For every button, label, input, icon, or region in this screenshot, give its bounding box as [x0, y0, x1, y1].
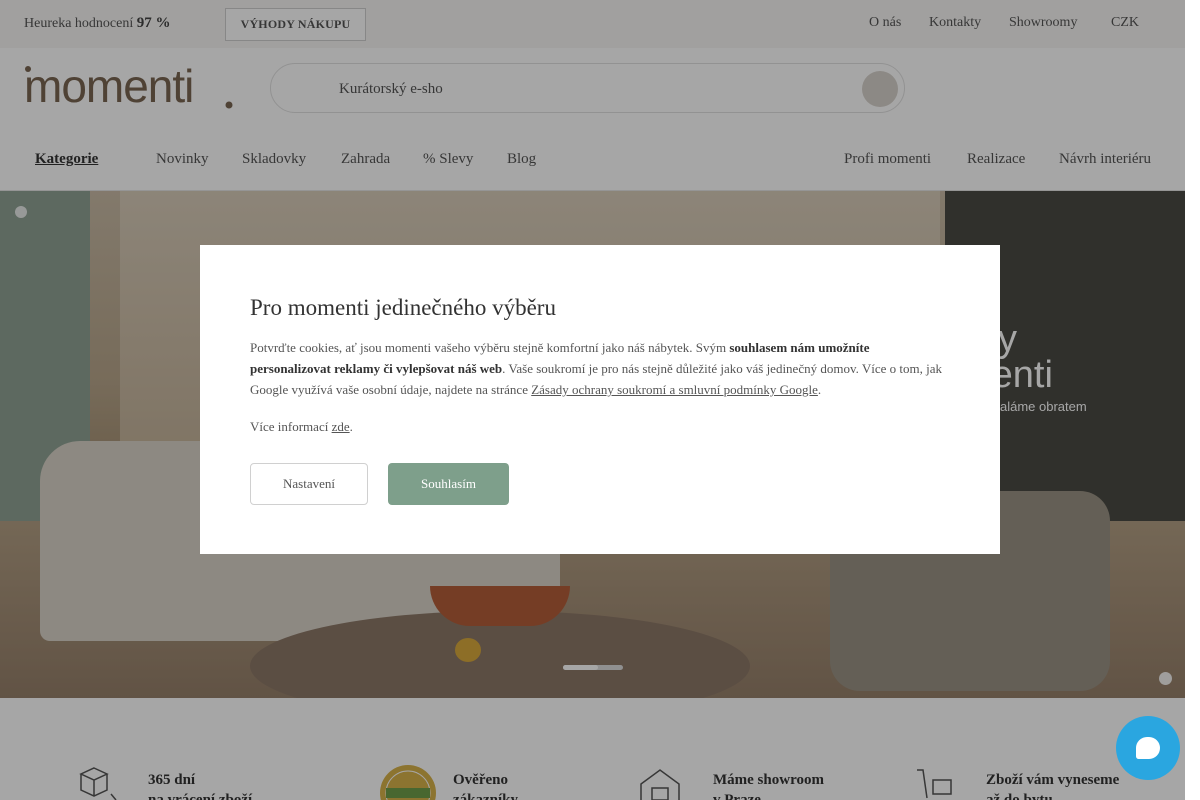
more-info-link[interactable]: zde [332, 419, 350, 434]
google-privacy-link[interactable]: Zásady ochrany soukromí a smluvní podmín… [531, 382, 818, 397]
chat-button[interactable] [1116, 716, 1180, 780]
more-info-end: . [349, 419, 353, 434]
cookie-settings-button[interactable]: Nastavení [250, 463, 368, 505]
cookie-consent-dialog: Pro momenti jedinečného výběru Potvrďte … [200, 245, 1000, 554]
cookie-text-end: . [817, 382, 822, 397]
more-info-line: Více informací zde. [250, 419, 353, 435]
cookie-dialog-text: Potvrďte cookies, ať jsou momenti vašeho… [250, 337, 950, 400]
chat-bubble-icon [1136, 737, 1160, 759]
more-info-label: Více informací [250, 419, 332, 434]
cookie-accept-button[interactable]: Souhlasím [388, 463, 509, 505]
cookie-dialog-title: Pro momenti jedinečného výběru [250, 295, 556, 320]
cookie-text-intro: Potvrďte cookies, ať jsou momenti vašeho… [250, 340, 730, 355]
